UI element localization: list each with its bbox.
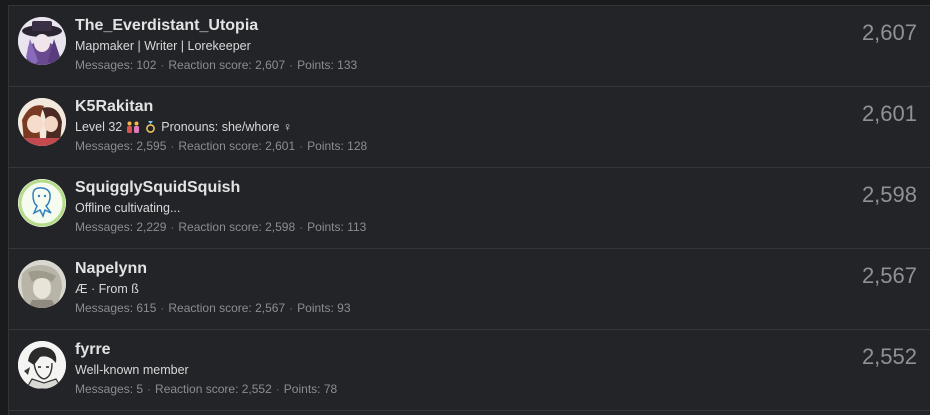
avatar-image [18, 17, 66, 65]
score-value: 2,567 [861, 263, 917, 288]
member-info: SquigglySquidSquish Offline cultivating.… [75, 178, 811, 235]
messages-count: Messages: 5 [75, 382, 144, 396]
family-icon [126, 121, 140, 133]
score-value: 2,552 [861, 344, 917, 369]
avatar[interactable] [18, 179, 66, 227]
points-count: Points: 93 [297, 301, 351, 315]
avatar-image [18, 341, 66, 389]
username-link[interactable]: Napelynn [75, 259, 811, 279]
members-page: The_Everdistant_Utopia Mapmaker | Writer… [0, 0, 930, 415]
member-info: K5Rakitan Level 32 Pronouns: she/whore ♀ … [75, 97, 811, 154]
ring-icon [145, 120, 156, 133]
separator: · [275, 382, 280, 396]
separator: · [170, 220, 175, 234]
member-row: Napelynn Æ · From ß Messages: 615 · Reacti… [9, 249, 930, 330]
reaction-score: Reaction score: 2,552 [155, 382, 272, 396]
member-stats: Messages: 102 · Reaction score: 2,607 · Poin… [75, 57, 811, 73]
member-info: Napelynn Æ · From ß Messages: 615 · Reacti… [75, 259, 811, 316]
messages-count: Messages: 615 [75, 301, 157, 315]
score-value: 2,598 [861, 182, 917, 207]
member-list: The_Everdistant_Utopia Mapmaker | Writer… [8, 5, 930, 415]
username-link[interactable]: fyrre [75, 340, 811, 360]
separator: · [289, 58, 294, 72]
user-title: Æ · From ß [75, 282, 139, 296]
points-count: Points: 113 [307, 220, 367, 234]
member-info: The_Everdistant_Utopia Mapmaker | Writer… [75, 16, 811, 73]
member-row: SquigglySquidSquish Offline cultivating.… [9, 168, 930, 249]
score-value: 2,601 [861, 101, 917, 126]
member-row: K5Rakitan Level 32 Pronouns: she/whore ♀ … [9, 87, 930, 168]
member-stats: Messages: 615 · Reaction score: 2,567 · Poin… [75, 300, 811, 316]
separator: · [170, 139, 175, 153]
reaction-score: Reaction score: 2,601 [178, 139, 296, 153]
separator: · [147, 382, 152, 396]
messages-count: Messages: 2,229 [75, 220, 167, 234]
avatar-image [18, 98, 66, 146]
separator: · [289, 301, 294, 315]
reaction-score: Reaction score: 2,607 [168, 58, 286, 72]
avatar-image [18, 179, 66, 227]
member-stats: Messages: 5 · Reaction score: 2,552 · Points… [75, 381, 811, 397]
avatar[interactable] [18, 260, 66, 308]
member-stats: Messages: 2,595 · Reaction score: 2,601 · Po… [75, 138, 811, 154]
messages-count: Messages: 102 [75, 58, 157, 72]
user-title: Level 32 Pronouns: she/whore ♀ [75, 119, 811, 135]
member-info: fyrre Well-known member Messages: 5 · Reac… [75, 340, 811, 397]
avatar-image [18, 260, 66, 308]
separator: · [160, 58, 165, 72]
reaction-score: Reaction score: 2,598 [178, 220, 296, 234]
user-title: Mapmaker | Writer | Lorekeeper [75, 39, 251, 53]
points-count: Points: 78 [283, 382, 338, 396]
avatar[interactable] [18, 17, 66, 65]
username-link[interactable]: The_Everdistant_Utopia [75, 16, 811, 36]
avatar[interactable] [18, 341, 66, 389]
separator: · [299, 220, 304, 234]
points-count: Points: 133 [297, 58, 358, 72]
reaction-score: Reaction score: 2,567 [168, 301, 286, 315]
separator: · [160, 301, 165, 315]
user-title: Offline cultivating... [75, 201, 181, 215]
pronouns-text: Pronouns: she/whore ♀ [161, 120, 293, 134]
avatar[interactable] [18, 98, 66, 146]
member-stats: Messages: 2,229 · Reaction score: 2,598 · Po… [75, 219, 811, 235]
separator: · [299, 139, 304, 153]
score-value: 2,607 [861, 20, 917, 45]
user-level: Level 32 [75, 120, 123, 134]
user-title: Well-known member [75, 363, 189, 377]
points-count: Points: 128 [307, 139, 368, 153]
member-row: fyrre Well-known member Messages: 5 · Reac… [9, 330, 930, 411]
member-row: The_Everdistant_Utopia Mapmaker | Writer… [9, 6, 930, 87]
messages-count: Messages: 2,595 [75, 139, 167, 153]
username-link[interactable]: K5Rakitan [75, 97, 811, 117]
username-link[interactable]: SquigglySquidSquish [75, 178, 811, 198]
